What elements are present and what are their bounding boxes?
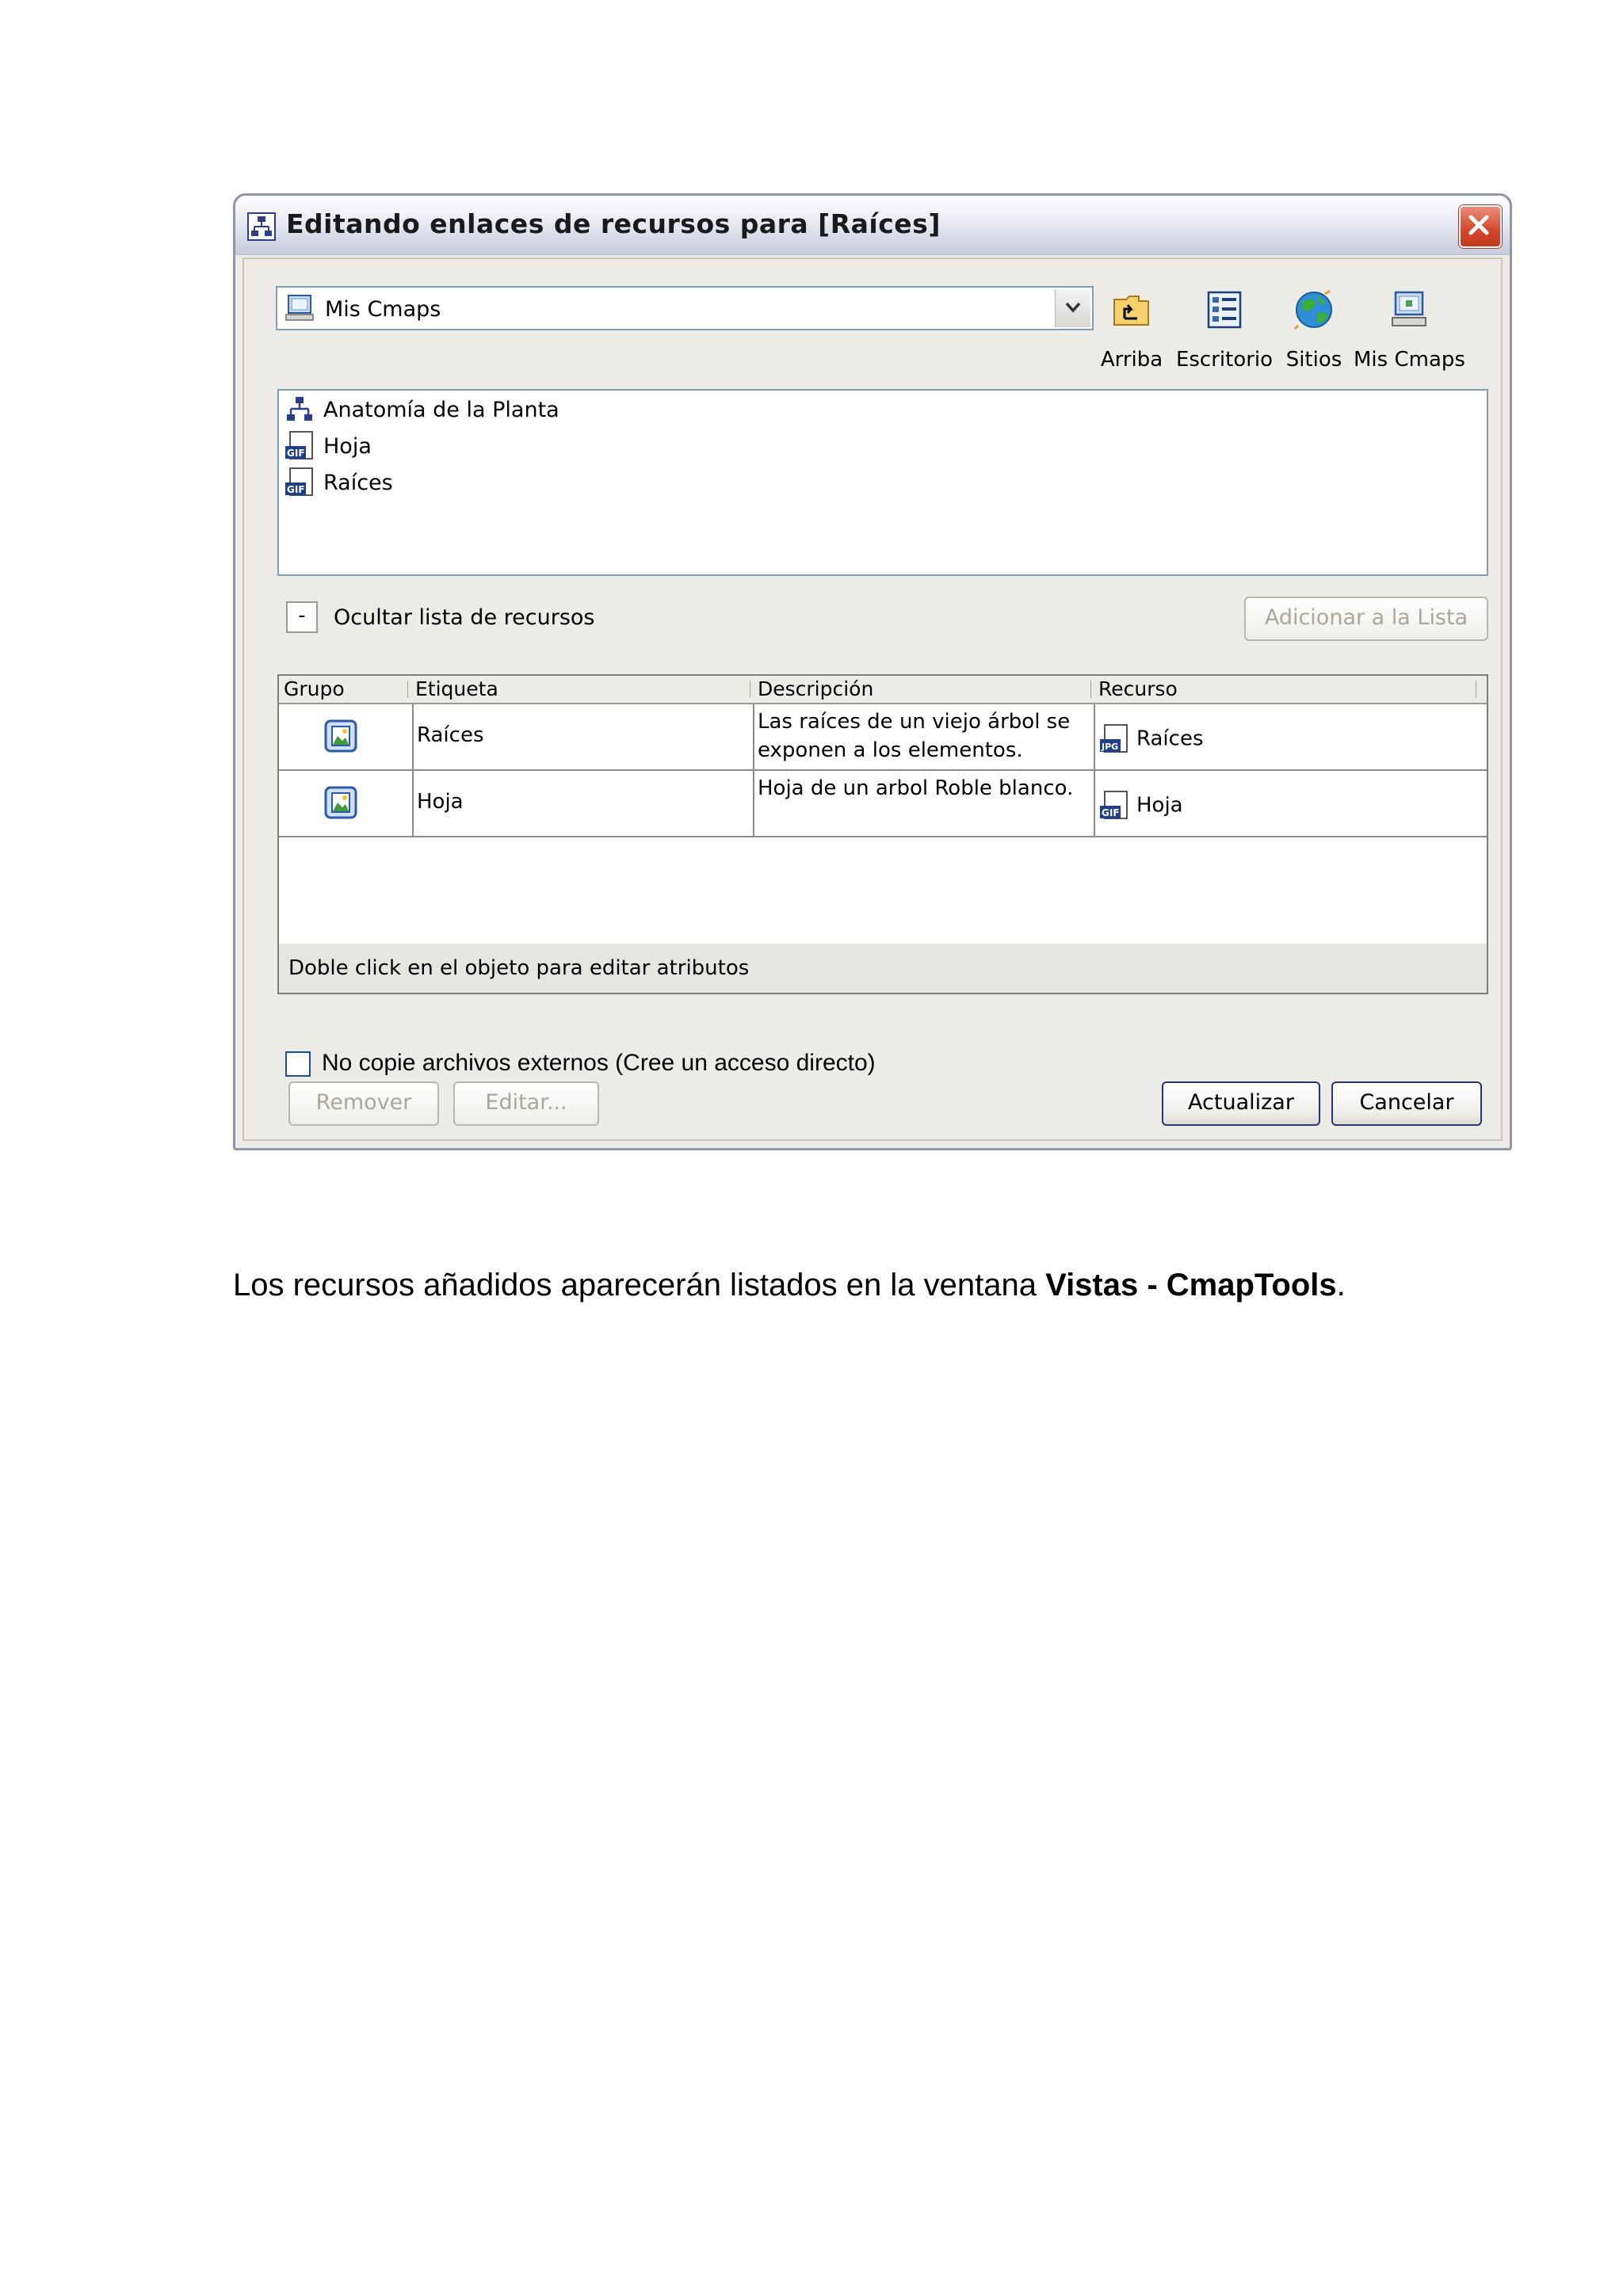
edit-button[interactable]: Editar... [453, 1081, 599, 1126]
cmap-icon [287, 397, 312, 421]
gif-file-icon: GIF [285, 467, 313, 496]
chevron-down-icon [1065, 302, 1081, 313]
image-group-icon [324, 719, 357, 753]
file-name: Raíces [323, 470, 393, 495]
add-to-list-button[interactable]: Adicionar a la Lista [1244, 597, 1488, 641]
label-cell: Hoja [414, 771, 754, 836]
location-value: Mis Cmaps [325, 297, 441, 322]
caption-suffix: . [1336, 1268, 1346, 1302]
file-name: Hoja [323, 433, 372, 459]
dropdown-arrow[interactable] [1055, 289, 1090, 327]
table-row[interactable]: Raíces Las raíces de un viejo árbol se e… [279, 704, 1487, 771]
table-header: Grupo Etiqueta Descripción Recurso [279, 676, 1487, 704]
jpg-file-icon: JPG [1100, 724, 1128, 753]
close-button[interactable] [1459, 205, 1502, 248]
file-item-hoja[interactable]: GIF Hoja [284, 430, 372, 462]
toolbar-label: Sitios [1285, 348, 1342, 372]
resource-cell: JPG Raíces [1095, 704, 1487, 769]
caption-text: Los recursos añadidos aparecerán listado… [233, 1268, 1046, 1302]
toolbar-sitios-button[interactable]: Sitios [1282, 286, 1346, 372]
close-icon [1468, 215, 1489, 235]
no-copy-external-label[interactable]: No copie archivos externos (Cree un acce… [322, 1050, 876, 1077]
computer-icon [285, 295, 314, 321]
table-hint: Doble click en el objeto para editar atr… [279, 944, 1487, 993]
remove-button[interactable]: Remover [288, 1081, 439, 1126]
cancel-button[interactable]: Cancelar [1331, 1081, 1482, 1126]
document-caption: Los recursos añadidos aparecerán listado… [233, 1268, 1346, 1303]
resource-cell: GIF Hoja [1095, 771, 1487, 836]
dialog-title: Editando enlaces de recursos para [Raíce… [286, 208, 941, 239]
dialog-body: Mis Cmaps Arriba Escritorio Sitios Mis C… [242, 257, 1503, 1141]
gif-file-icon: GIF [1100, 791, 1128, 819]
cmap-icon [247, 212, 276, 241]
title-bar[interactable]: Editando enlaces de recursos para [Raíce… [235, 196, 1510, 255]
toolbar-arriba-button[interactable]: Arriba [1096, 286, 1167, 372]
file-name: Anatomía de la Planta [323, 397, 559, 422]
location-dropdown[interactable]: Mis Cmaps [276, 286, 1094, 330]
caption-bold-text: Vistas - CmapTools [1045, 1268, 1337, 1302]
update-button[interactable]: Actualizar [1162, 1081, 1320, 1126]
globe-icon [1293, 289, 1332, 330]
resource-file-list[interactable]: Anatomía de la Planta GIF Hoja GIF Raíce… [277, 389, 1488, 576]
column-header-grupo[interactable]: Grupo [284, 677, 345, 700]
toolbar-mis-cmaps-button[interactable]: Mis Cmaps [1354, 286, 1465, 372]
toolbar-label: Arriba [1100, 348, 1163, 372]
group-cell [279, 771, 414, 836]
folder-up-icon [1113, 296, 1149, 326]
column-divider[interactable] [1090, 681, 1091, 698]
table-row[interactable]: Hoja Hoja de un arbol Roble blanco. GIF … [279, 771, 1487, 837]
column-header-descripcion[interactable]: Descripción [758, 677, 873, 700]
toolbar-label: Escritorio [1175, 348, 1274, 372]
svg-text:GIF: GIF [287, 448, 305, 459]
desktop-icon [1207, 291, 1242, 329]
svg-text:GIF: GIF [1102, 807, 1120, 818]
resource-name: Raíces [1136, 727, 1204, 751]
resource-table: Grupo Etiqueta Descripción Recurso Raíce… [277, 674, 1488, 994]
toggle-resource-list-label[interactable]: Ocultar lista de recursos [334, 605, 594, 630]
svg-text:GIF: GIF [287, 484, 305, 495]
gif-file-icon: GIF [285, 431, 313, 460]
label-cell: Raíces [414, 704, 754, 769]
description-cell: Hoja de un arbol Roble blanco. [754, 771, 1095, 836]
image-group-icon [324, 786, 357, 819]
resource-name: Hoja [1136, 793, 1183, 818]
resource-links-dialog: Editando enlaces de recursos para [Raíce… [233, 193, 1512, 1150]
group-cell [279, 704, 414, 769]
no-copy-external-checkbox[interactable] [285, 1051, 311, 1077]
file-item-raices[interactable]: GIF Raíces [284, 467, 393, 498]
column-header-etiqueta[interactable]: Etiqueta [415, 677, 498, 700]
svg-text:JPG: JPG [1101, 742, 1118, 752]
toggle-resource-list-button[interactable]: - [286, 601, 318, 633]
column-divider[interactable] [407, 681, 408, 698]
computer-icon [1392, 291, 1426, 326]
column-header-recurso[interactable]: Recurso [1098, 677, 1178, 700]
toolbar-escritorio-button[interactable]: Escritorio [1175, 286, 1274, 372]
file-item-anatomia[interactable]: Anatomía de la Planta [284, 394, 559, 425]
toolbar-label: Mis Cmaps [1354, 348, 1465, 372]
description-cell: Las raíces de un viejo árbol se exponen … [754, 704, 1095, 769]
